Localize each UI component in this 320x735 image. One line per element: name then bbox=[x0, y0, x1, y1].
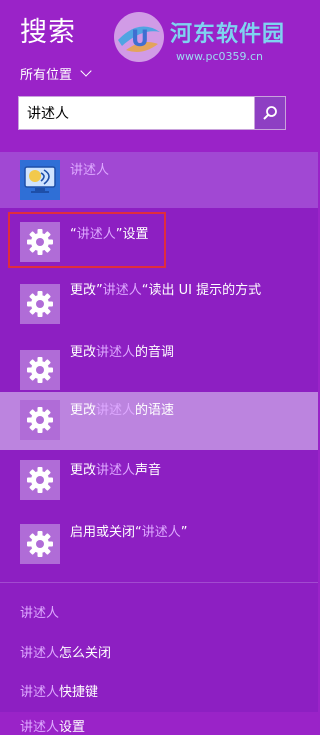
settings-gear-icon bbox=[20, 350, 60, 390]
watermark: U 河东软件园 www.pc0359.cn bbox=[112, 6, 312, 66]
search-input[interactable] bbox=[19, 97, 254, 129]
scope-label: 所有位置 bbox=[20, 68, 73, 83]
annotation-highlight-box bbox=[8, 212, 166, 268]
section-divider bbox=[0, 582, 318, 583]
search-button[interactable] bbox=[254, 97, 285, 129]
result-label: 更改讲述人的语速 bbox=[70, 403, 175, 418]
result-narrator-voice[interactable]: 更改讲述人声音 bbox=[0, 452, 318, 516]
suggestion-item[interactable]: 讲述人设置 bbox=[20, 716, 85, 735]
chevron-down-icon bbox=[80, 65, 92, 77]
suggestion-item[interactable]: 讲述人 bbox=[20, 602, 59, 621]
watermark-url: www.pc0359.cn bbox=[176, 50, 264, 63]
result-label: 启用或关闭“讲述人” bbox=[70, 525, 188, 540]
narrator-app-icon bbox=[20, 160, 60, 200]
scope-dropdown[interactable]: 所有位置 bbox=[20, 64, 92, 83]
result-narrator-app[interactable]: 讲述人 bbox=[0, 152, 318, 208]
result-label: 更改讲述人的音调 bbox=[70, 345, 175, 360]
suggestion-item[interactable]: 讲述人快捷键 bbox=[20, 681, 98, 700]
page-title: 搜索 bbox=[20, 17, 76, 48]
settings-gear-icon bbox=[20, 460, 60, 500]
search-box bbox=[18, 96, 286, 130]
watermark-logo-icon: U bbox=[114, 12, 164, 62]
result-narrator-ui-hints[interactable]: 更改”讲述人“读出 UI 提示的方式 bbox=[0, 276, 318, 340]
watermark-site-name: 河东软件园 bbox=[170, 21, 286, 47]
result-narrator-speed[interactable]: 更改讲述人的语速 bbox=[0, 392, 318, 450]
search-header: 搜索 所有位置 U 河东软件园 www.pc0359.cn bbox=[0, 0, 318, 150]
settings-gear-icon bbox=[20, 284, 60, 324]
search-icon bbox=[263, 106, 277, 120]
result-narrator-toggle[interactable]: 启用或关闭“讲述人” bbox=[0, 516, 318, 580]
svg-text:U: U bbox=[131, 27, 149, 52]
result-label: 讲述人 bbox=[70, 163, 110, 178]
result-label: 更改”讲述人“读出 UI 提示的方式 bbox=[70, 283, 262, 298]
result-label: 更改讲述人声音 bbox=[70, 463, 162, 478]
settings-gear-icon bbox=[20, 400, 60, 440]
settings-gear-icon bbox=[20, 524, 60, 564]
suggestion-item[interactable]: 讲述人怎么关闭 bbox=[20, 642, 111, 661]
